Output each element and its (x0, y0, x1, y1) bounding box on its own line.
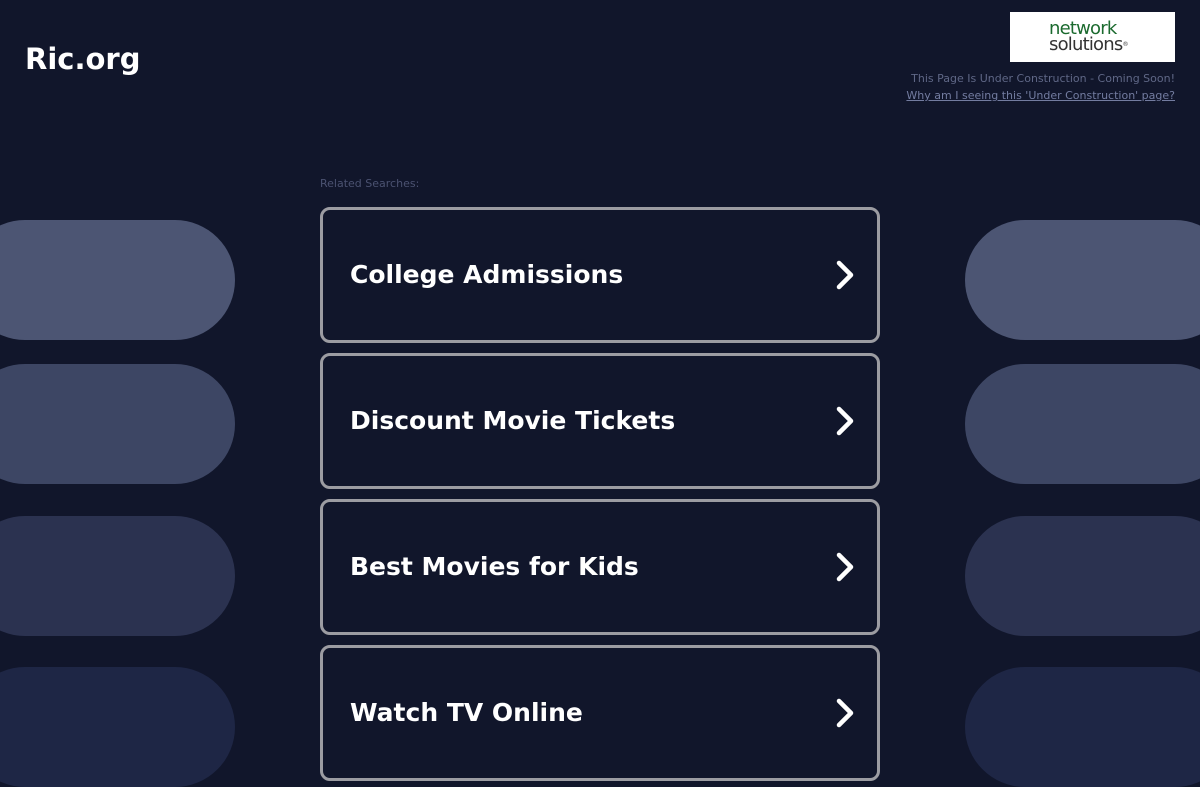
decorative-pill-left-1 (0, 220, 235, 340)
decorative-pill-right-3 (965, 516, 1200, 636)
network-solutions-logo[interactable]: network solutions® (1010, 12, 1175, 62)
logo-text-solutions-word: solutions (1049, 34, 1123, 55)
related-search-discount-movie-tickets[interactable]: Discount Movie Tickets (320, 353, 880, 489)
related-search-label: Watch TV Online (350, 698, 583, 727)
decorative-pill-right-1 (965, 220, 1200, 340)
site-title: Ric.org (25, 42, 141, 76)
related-search-label: Discount Movie Tickets (350, 406, 676, 435)
decorative-pill-left-3 (0, 516, 235, 636)
decorative-pill-left-2 (0, 364, 235, 484)
related-search-college-admissions[interactable]: College Admissions (320, 207, 880, 343)
registered-mark: ® (1122, 41, 1129, 48)
decorative-pill-left-4 (0, 667, 235, 787)
chevron-right-icon (836, 406, 854, 436)
related-searches-label: Related Searches: (320, 177, 420, 190)
construction-status-text: This Page Is Under Construction - Coming… (911, 72, 1175, 85)
related-search-label: College Admissions (350, 260, 624, 289)
construction-notice: This Page Is Under Construction - Coming… (906, 70, 1175, 104)
related-search-watch-tv-online[interactable]: Watch TV Online (320, 645, 880, 781)
chevron-right-icon (836, 260, 854, 290)
related-search-label: Best Movies for Kids (350, 552, 639, 581)
logo-text-solutions: solutions® (1049, 36, 1128, 54)
chevron-right-icon (836, 552, 854, 582)
decorative-pill-right-2 (965, 364, 1200, 484)
why-under-construction-link[interactable]: Why am I seeing this 'Under Construction… (906, 87, 1175, 104)
chevron-right-icon (836, 698, 854, 728)
related-search-best-movies-for-kids[interactable]: Best Movies for Kids (320, 499, 880, 635)
decorative-pill-right-4 (965, 667, 1200, 787)
